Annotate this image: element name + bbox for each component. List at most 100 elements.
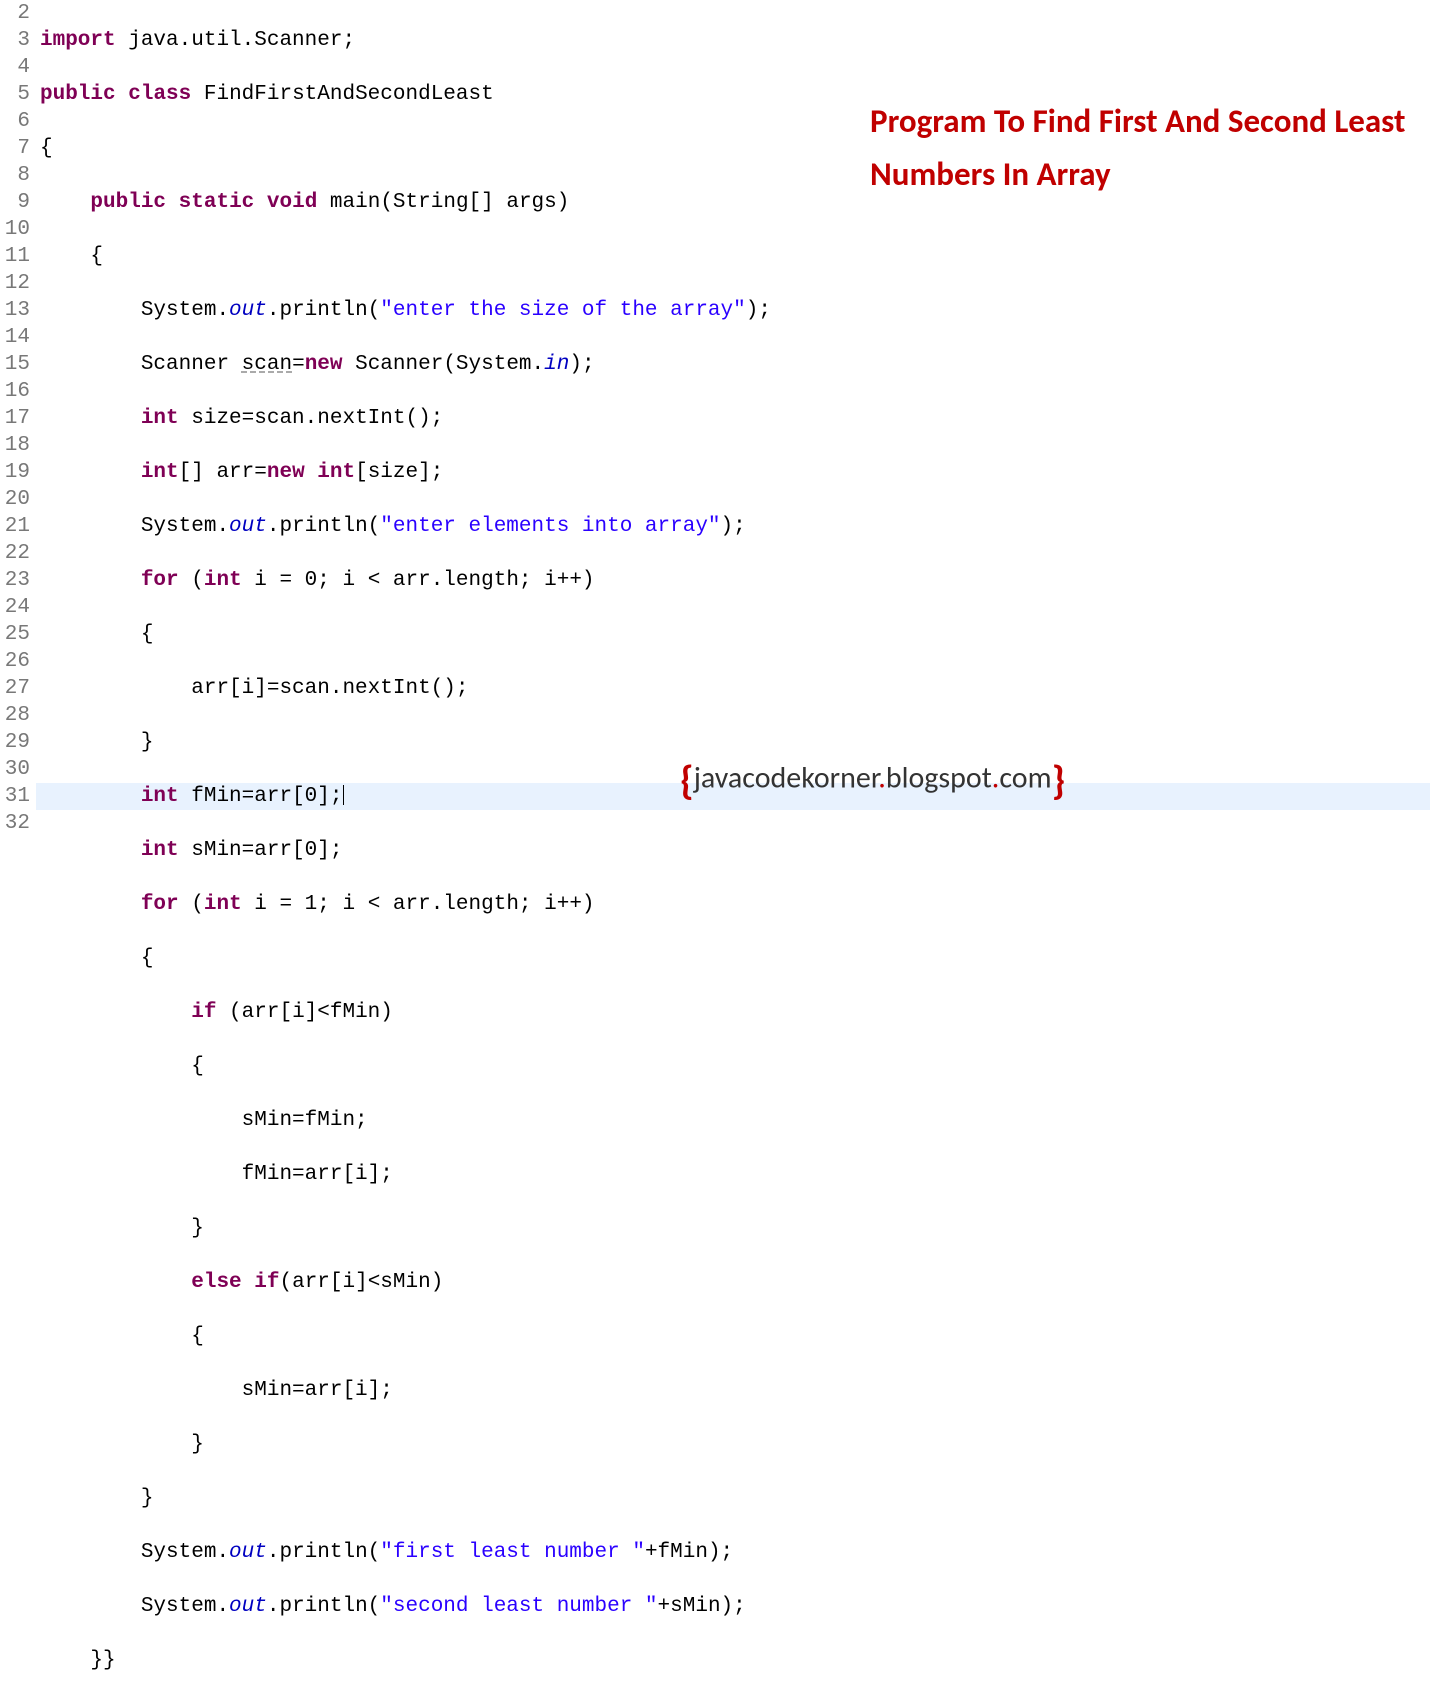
code-line: }: [36, 1485, 1430, 1512]
code-line: int sMin=arr[0];: [36, 837, 1430, 864]
brace-close-icon: }: [1052, 756, 1066, 805]
code-line: }: [36, 1431, 1430, 1458]
brace: }}: [90, 1649, 115, 1672]
code-text: [size];: [355, 461, 443, 484]
keyword: int: [204, 569, 242, 592]
keyword: for: [141, 893, 179, 916]
line-number: 20: [0, 486, 30, 513]
code-line: sMin=arr[i];: [36, 1377, 1430, 1404]
code-text: (arr[i]<sMin): [279, 1271, 443, 1294]
brace: }: [191, 1217, 204, 1240]
keyword: new: [305, 353, 343, 376]
brace-open-icon: {: [680, 756, 694, 805]
keyword: if: [191, 1001, 216, 1024]
line-number: 25: [0, 621, 30, 648]
code-line: Scanner scan=new Scanner(System.in);: [36, 351, 1430, 378]
keyword: static: [179, 191, 255, 214]
line-number: 19: [0, 459, 30, 486]
code-line: }}: [36, 1647, 1430, 1674]
brace: }: [141, 731, 154, 754]
code-text: );: [746, 299, 771, 322]
code-text: System.: [141, 299, 229, 322]
code-editor: 2 3 4 5 6 7 8 9 10 11 12 13 14 15 16 17 …: [0, 0, 1430, 1690]
string-literal: "enter the size of the array": [380, 299, 745, 322]
code-text: System.: [141, 515, 229, 538]
brace: {: [40, 137, 53, 160]
string-literal: "enter elements into array": [380, 515, 720, 538]
code-line: System.out.println("first least number "…: [36, 1539, 1430, 1566]
code-line: {: [36, 945, 1430, 972]
line-number: 16: [0, 378, 30, 405]
code-text: [305, 461, 318, 484]
code-text: (: [179, 893, 204, 916]
code-line: else if(arr[i]<sMin): [36, 1269, 1430, 1296]
code-text: );: [721, 515, 746, 538]
brace: {: [90, 245, 103, 268]
code-line: for (int i = 0; i < arr.length; i++): [36, 567, 1430, 594]
line-number: 4: [0, 54, 30, 81]
code-line: import java.util.Scanner;: [36, 27, 1430, 54]
line-number: 17: [0, 405, 30, 432]
code-text: System.: [141, 1595, 229, 1618]
code-text: (arr[i]<fMin): [216, 1001, 392, 1024]
keyword: else: [191, 1271, 241, 1294]
code-text: arr[i]=scan.nextInt();: [191, 677, 468, 700]
keyword: int: [141, 461, 179, 484]
line-number: 15: [0, 351, 30, 378]
field-ref: in: [544, 353, 569, 376]
code-text: =: [292, 353, 305, 376]
code-text: +fMin);: [645, 1541, 733, 1564]
field-ref: out: [229, 515, 267, 538]
method-sig: main(String[] args): [330, 191, 569, 214]
keyword: new: [267, 461, 305, 484]
code-line: {: [36, 621, 1430, 648]
line-number: 9: [0, 189, 30, 216]
brace: {: [141, 947, 154, 970]
line-number: 6: [0, 108, 30, 135]
line-number: 14: [0, 324, 30, 351]
text-cursor: [343, 785, 344, 805]
brace: {: [191, 1325, 204, 1348]
class-name: FindFirstAndSecondLeast: [204, 83, 494, 106]
watermark-text: javacodekorner: [694, 760, 879, 797]
code-text: sMin=arr[i];: [242, 1379, 393, 1402]
string-literal: "first least number ": [380, 1541, 645, 1564]
code-text: fMin=arr[i];: [242, 1163, 393, 1186]
code-area[interactable]: import java.util.Scanner; public class F…: [36, 0, 1430, 1690]
line-number: 30: [0, 756, 30, 783]
code-text: sMin=fMin;: [242, 1109, 368, 1132]
code-text: );: [569, 353, 594, 376]
keyword: int: [141, 407, 179, 430]
line-number: 21: [0, 513, 30, 540]
line-number: 23: [0, 567, 30, 594]
code-text: System.: [141, 1541, 229, 1564]
line-number: 26: [0, 648, 30, 675]
code-text: Scanner: [141, 353, 242, 376]
line-number: 7: [0, 135, 30, 162]
code-text: .println(: [267, 515, 380, 538]
code-text: .println(: [267, 299, 380, 322]
code-text: fMin=arr[0];: [179, 785, 343, 808]
field-ref: out: [229, 1595, 267, 1618]
code-text: (: [179, 569, 204, 592]
code-text: .println(: [267, 1595, 380, 1618]
keyword: public: [40, 83, 116, 106]
code-line: {: [36, 243, 1430, 270]
var-name: scan: [242, 353, 292, 376]
code-line: System.out.println("second least number …: [36, 1593, 1430, 1620]
brace: }: [141, 1487, 154, 1510]
code-text: sMin=arr[0];: [179, 839, 343, 862]
code-text: [] arr=: [179, 461, 267, 484]
keyword: int: [141, 839, 179, 862]
line-number: 13: [0, 297, 30, 324]
code-line: for (int i = 1; i < arr.length; i++): [36, 891, 1430, 918]
brace: {: [191, 1055, 204, 1078]
keyword: public: [90, 191, 166, 214]
keyword: import: [40, 29, 116, 52]
keyword: for: [141, 569, 179, 592]
code-text: i = 1; i < arr.length; i++): [242, 893, 595, 916]
code-line: }: [36, 729, 1430, 756]
brace: }: [191, 1433, 204, 1456]
line-number: 2: [0, 0, 30, 27]
field-ref: out: [229, 1541, 267, 1564]
